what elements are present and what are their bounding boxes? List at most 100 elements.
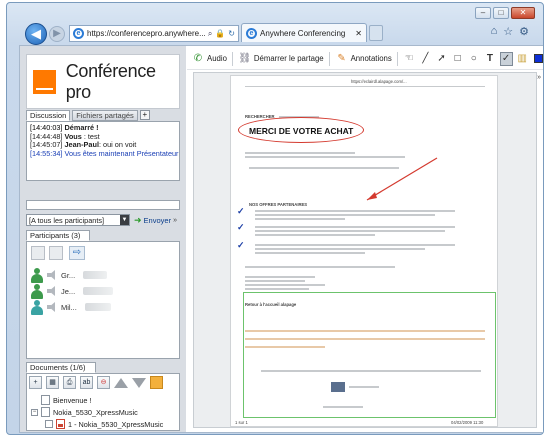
share-button[interactable]: ⛓ Démarrer le partage (238, 52, 324, 66)
ellipse-tool-icon[interactable]: ○ (467, 52, 480, 66)
pointer-tool-icon[interactable]: ➚ (435, 52, 448, 66)
chat-time: [14:55:34] (30, 148, 63, 158)
speaker-icon[interactable] (47, 302, 57, 312)
orange-logo-icon (33, 69, 56, 94)
back-button[interactable]: ◀ (25, 23, 47, 45)
folder-icon (41, 407, 50, 417)
clear-tool-icon[interactable]: ▥ (516, 52, 529, 66)
star-icon[interactable]: ☆ (503, 25, 513, 38)
page-line (245, 266, 395, 268)
separator (396, 51, 398, 66)
expand-icon[interactable]: » (173, 217, 177, 224)
minimize-button[interactable]: – (475, 7, 491, 19)
tab-discussion[interactable]: Discussion (26, 110, 71, 121)
page-line (245, 86, 485, 87)
forward-button[interactable]: ▶ (49, 26, 65, 42)
browser-icons: ⌂ ☆ ⚙ (491, 25, 529, 38)
document-viewer[interactable]: https://eclairdl.alapage.com/... RECHERC… (193, 72, 537, 428)
page-line (245, 288, 309, 290)
audio-button[interactable]: ✆ Audio (191, 52, 227, 66)
home-icon[interactable]: ⌂ (491, 25, 498, 38)
grid-icon[interactable]: ▦ (46, 376, 59, 389)
page-url: https://eclairdl.alapage.com/... (351, 79, 407, 84)
tree-item[interactable]: − Nokia_5530_XpressMusic (31, 407, 138, 417)
add-tab-button[interactable]: + (139, 110, 150, 120)
chat-log: [14:40:03] Démarré ! [14:44:48] Vous : t… (26, 121, 180, 181)
rectangle-tool-icon[interactable]: □ (451, 52, 464, 66)
annotation-check: ✓ (237, 240, 245, 250)
annotations-button[interactable]: ✎ Annotations (335, 52, 391, 66)
tab-shared-files[interactable]: Fichiers partagés (72, 110, 138, 121)
page-line (255, 230, 445, 232)
main-toolbar: ✆ Audio ⛓ Démarrer le partage ✎ Annotati… (187, 48, 543, 70)
documents-header: Documents (1/6) (26, 362, 180, 373)
document-icon (41, 395, 50, 405)
tree-label: Bienvenue ! (53, 395, 92, 405)
document-page: https://eclairdl.alapage.com/... RECHERC… (230, 75, 498, 427)
close-button[interactable]: ✕ (511, 7, 535, 19)
tab-anywhere-conferencing[interactable]: e Anywhere Conferencing ✕ (241, 23, 367, 42)
participant-blur (83, 287, 113, 295)
lock-icon[interactable]: 🔒 (215, 29, 225, 38)
participant-tool-2[interactable] (49, 246, 63, 260)
page-content: Conférence pro Discussion Fichiers parta… (19, 45, 543, 433)
close-tab-icon[interactable]: ✕ (355, 29, 362, 38)
participants-header: Participants (3) (26, 230, 180, 241)
tree-label: 1 - Nokia_5530_XpressMusic (68, 419, 164, 429)
new-tab-button[interactable] (369, 25, 383, 41)
participant-tool-1[interactable] (31, 246, 45, 260)
search-icon[interactable]: ⌕ (208, 29, 212, 39)
send-button[interactable]: ➜ Envoyer » (134, 214, 177, 226)
tree-item[interactable]: 1 - Nokia_5530_XpressMusic (45, 419, 163, 429)
collapse-icon[interactable]: − (31, 408, 38, 416)
export-icon[interactable] (150, 376, 163, 389)
discussion-tabs: Discussion Fichiers partagés + (26, 110, 180, 121)
address-bar[interactable]: e https://conferencepro.anywhere... ⌕ 🔒 … (69, 25, 239, 42)
speaker-icon[interactable] (47, 270, 57, 280)
page-line (255, 234, 375, 236)
line-tool-icon[interactable]: ╱ (419, 52, 432, 66)
more-tools-icon[interactable]: » (537, 74, 541, 81)
check-tool-icon[interactable]: ✓ (499, 51, 513, 66)
main-area: ✆ Audio ⛓ Démarrer le partage ✎ Annotati… (187, 46, 543, 432)
chat-input[interactable] (26, 200, 180, 210)
page-line (245, 280, 305, 282)
logo-text: Conférence pro (65, 60, 156, 102)
text-tool-icon[interactable]: T (483, 52, 496, 66)
ie-icon: e (73, 28, 84, 39)
refresh-icon[interactable]: ↻ (228, 29, 235, 38)
annotation-check: ✓ (237, 206, 245, 216)
recipient-select[interactable]: [A tous les participants] ▼ (26, 214, 130, 226)
caption-buttons: – □ ✕ (475, 7, 535, 21)
page-footer-left: 1 sur 1 (235, 420, 248, 425)
gear-icon[interactable]: ⚙ (519, 25, 529, 38)
tree-item[interactable]: Bienvenue ! (41, 395, 92, 405)
add-document-icon[interactable]: + (29, 376, 42, 389)
left-sidebar: Conférence pro Discussion Fichiers parta… (20, 46, 186, 432)
checkbox[interactable] (45, 420, 53, 428)
documents-toolbar: + ▦ ⎙ ab ⊖ (29, 376, 163, 389)
participant-name: Gr... (61, 271, 76, 280)
move-up-icon[interactable] (114, 378, 128, 388)
phone-icon: ✆ (193, 52, 203, 64)
maximize-button[interactable]: □ (493, 7, 509, 19)
delete-icon[interactable]: ⊖ (97, 376, 110, 389)
separator (328, 51, 330, 66)
chevron-down-icon[interactable]: ▼ (120, 215, 129, 225)
tab-title: Anywhere Conferencing (260, 28, 346, 38)
invite-icon[interactable]: ⇨ (69, 246, 85, 260)
move-down-icon[interactable] (132, 378, 146, 388)
speaker-icon[interactable] (47, 286, 57, 296)
rename-icon[interactable]: ab (80, 376, 93, 389)
color-picker-icon[interactable] (532, 52, 543, 66)
print-icon[interactable]: ⎙ (63, 376, 76, 389)
participants-title: Participants (3) (26, 230, 90, 241)
page-line (245, 284, 325, 286)
hand-tool-icon[interactable]: ☜ (403, 52, 416, 66)
page-line (255, 252, 365, 254)
page-line (245, 152, 355, 154)
annotation-arrow (366, 157, 438, 201)
page-line (245, 346, 325, 348)
logo-area: Conférence pro (26, 54, 180, 109)
page-line (323, 406, 363, 408)
